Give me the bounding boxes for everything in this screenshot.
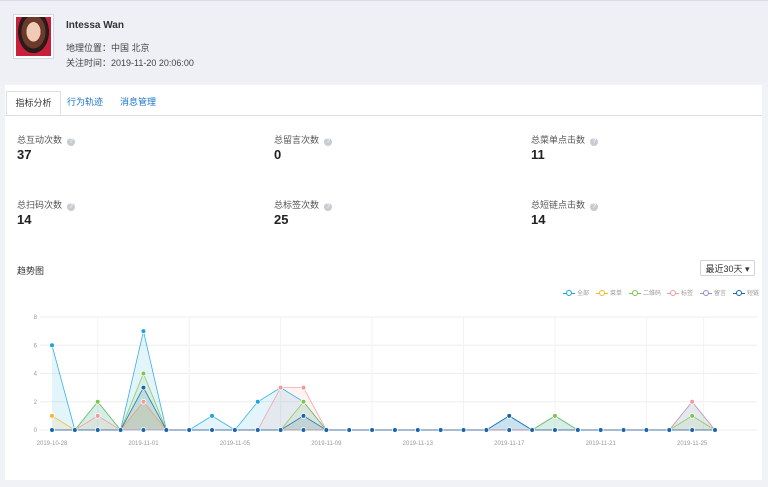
trend-chart: 0 2 4 6 8 2019-10-28 2019-11-01 2019-11-05 2019-…: [34, 315, 757, 447]
data-point: [254, 398, 261, 405]
data-point: [689, 413, 695, 419]
data-point: [163, 427, 170, 433]
data-point: [140, 328, 147, 334]
avatar: [13, 14, 54, 59]
data-point: [437, 427, 444, 433]
y-tick-label: 6: [34, 343, 38, 349]
data-point: [346, 427, 353, 433]
analysis-card: 指标分析 行为轨迹 消息管理 总互动次数? 37 总留言次数? 0 总菜单点击数…: [5, 85, 762, 480]
avatar-image: [16, 17, 51, 56]
data-point: [323, 427, 330, 433]
data-point: [232, 427, 238, 433]
profile-follow-time: 关注时间：2019-11-20 20:06:00: [66, 58, 194, 68]
data-point: [552, 427, 558, 433]
data-point: [186, 427, 192, 433]
x-tick-label: 2019-11-05: [220, 441, 251, 447]
data-point: [94, 398, 101, 405]
data-point: [597, 427, 604, 433]
data-point: [369, 427, 375, 433]
data-point: [575, 427, 581, 433]
data-point: [506, 427, 513, 433]
data-point: [460, 427, 467, 433]
data-point: [140, 370, 147, 377]
x-tick-label: 2019-11-09: [311, 441, 342, 447]
data-point: [620, 427, 627, 433]
data-point: [300, 427, 307, 433]
x-tick-label: 2019-10-28: [37, 441, 68, 447]
y-tick-label: 8: [34, 315, 38, 321]
data-point: [689, 398, 695, 405]
data-point: [140, 384, 147, 391]
data-point: [94, 427, 101, 433]
data-point: [140, 427, 147, 433]
data-point: [94, 413, 101, 419]
data-point: [712, 427, 718, 433]
y-tick-label: 0: [34, 428, 38, 434]
x-tick-label: 2019-11-25: [677, 441, 708, 447]
profile-header: Intessa Wan 地理位置：中国 北京 关注时间：2019-11-20 2…: [0, 0, 768, 82]
data-point: [209, 413, 215, 419]
data-point: [506, 413, 513, 419]
data-point: [483, 427, 490, 433]
data-point: [392, 427, 398, 433]
data-point: [49, 427, 55, 433]
data-point: [300, 413, 307, 419]
x-tick-label: 2019-11-17: [494, 441, 525, 447]
data-point: [254, 427, 261, 433]
data-point: [666, 427, 673, 433]
y-tick-label: 2: [34, 400, 38, 406]
data-point: [529, 427, 535, 433]
profile-location: 地理位置：中国 北京: [66, 43, 150, 53]
data-point: [49, 342, 55, 349]
x-tick-label: 2019-11-13: [403, 441, 434, 447]
data-point: [72, 427, 78, 433]
data-point: [300, 384, 307, 391]
data-point: [689, 427, 695, 433]
data-point: [552, 413, 558, 419]
data-point: [300, 398, 307, 405]
y-tick-label: 4: [34, 372, 38, 378]
data-point: [117, 427, 124, 433]
x-tick-label: 2019-11-21: [586, 441, 617, 447]
data-point: [140, 398, 147, 405]
data-point: [277, 384, 284, 391]
data-point: [209, 427, 215, 433]
x-tick-label: 2019-11-01: [128, 441, 159, 447]
data-point: [277, 427, 284, 433]
data-point: [643, 427, 650, 433]
data-point: [414, 427, 421, 433]
profile-name: Intessa Wan: [66, 20, 124, 31]
data-point: [49, 413, 55, 419]
